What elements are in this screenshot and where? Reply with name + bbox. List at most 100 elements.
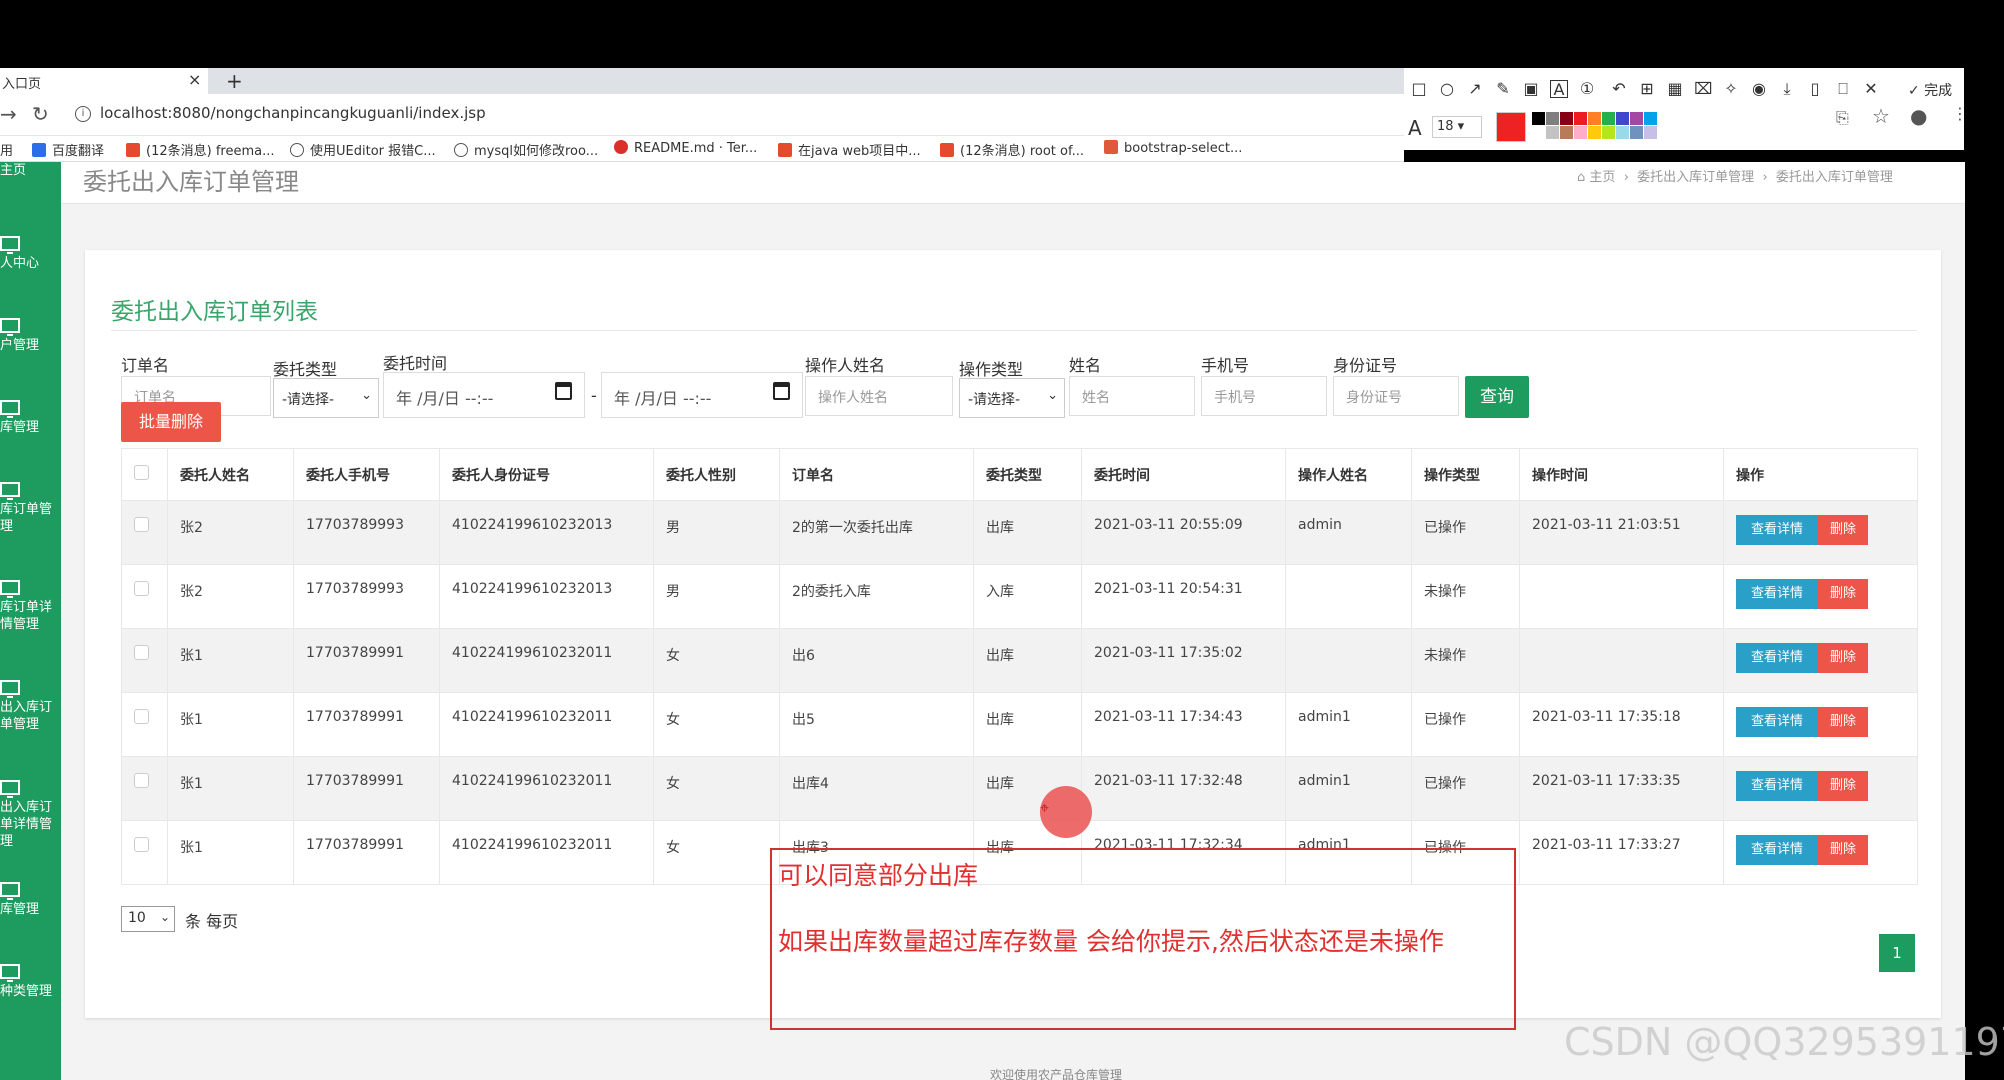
column-header[interactable]: 委托人姓名: [167, 448, 294, 501]
reload-icon[interactable]: ↻: [32, 102, 49, 126]
row-checkbox[interactable]: [134, 517, 149, 532]
sidebar-item-home[interactable]: 主页: [0, 162, 61, 179]
delete-button[interactable]: 删除: [1818, 835, 1868, 865]
column-header[interactable]: 操作人姓名: [1285, 448, 1412, 501]
color-swatch[interactable]: [1616, 126, 1629, 139]
name-input[interactable]: 姓名: [1069, 376, 1195, 416]
color-swatch[interactable]: [1560, 112, 1573, 125]
bookmark-item[interactable]: bootstrap-select...: [1104, 140, 1242, 156]
end-time-input[interactable]: 年 /月/日 --:--: [601, 372, 803, 418]
sidebar-item-order-details[interactable]: 库订单详情管理: [0, 580, 61, 633]
translate-page-icon[interactable]: ⎘: [1836, 108, 1849, 128]
menu-dots-icon[interactable]: ⋮: [1952, 104, 1968, 123]
text-tool-icon[interactable]: A: [1550, 80, 1568, 99]
id-input[interactable]: 身份证号: [1333, 376, 1459, 416]
new-tab-icon[interactable]: +: [226, 69, 243, 93]
star-icon[interactable]: ☆: [1872, 104, 1890, 128]
view-details-button[interactable]: 查看详情: [1736, 771, 1818, 801]
color-swatch[interactable]: [1644, 126, 1657, 139]
color-swatch[interactable]: [1602, 112, 1615, 125]
breadcrumb-home[interactable]: 主页: [1589, 170, 1615, 185]
delete-button[interactable]: 删除: [1818, 579, 1868, 609]
column-header[interactable]: 委托人身份证号: [439, 448, 654, 501]
row-checkbox[interactable]: [134, 581, 149, 596]
profile-icon[interactable]: ●: [1910, 104, 1927, 128]
back-arrow-icon[interactable]: →: [0, 102, 17, 126]
delete-button[interactable]: 删除: [1818, 707, 1868, 737]
ocr-icon[interactable]: ▦: [1666, 80, 1684, 98]
sidebar-item-orders[interactable]: 库订单管理: [0, 482, 61, 535]
sidebar-item-personal[interactable]: 人中心: [0, 236, 61, 272]
phone-input[interactable]: 手机号: [1201, 376, 1327, 416]
sidebar-item-io-orders[interactable]: 出入库订单管理: [0, 680, 61, 733]
bookmark-item[interactable]: mysql如何修改roo...: [454, 140, 598, 159]
calendar-icon[interactable]: [773, 382, 790, 400]
type-select[interactable]: -请选择- ⌄: [273, 378, 379, 418]
page-size-select[interactable]: 10 ⌄: [121, 906, 175, 932]
row-checkbox[interactable]: [134, 709, 149, 724]
color-swatch[interactable]: [1546, 112, 1559, 125]
view-details-button[interactable]: 查看详情: [1736, 707, 1818, 737]
column-header[interactable]: 委托人性别: [653, 448, 780, 501]
column-header[interactable]: 委托时间: [1081, 448, 1286, 501]
row-checkbox[interactable]: [134, 837, 149, 852]
op-type-select[interactable]: -请选择- ⌄: [959, 378, 1065, 418]
site-info-icon[interactable]: i: [75, 106, 91, 122]
browser-tab[interactable]: 入口页 ×: [0, 68, 208, 94]
color-swatch[interactable]: [1560, 126, 1573, 139]
bookmark-tool-icon[interactable]: ⎕: [1834, 80, 1852, 98]
ellipse-tool-icon[interactable]: ○: [1438, 80, 1456, 98]
font-size-select[interactable]: 18 ▾: [1432, 116, 1482, 138]
sidebar-item-io-details[interactable]: 出入库订单详情管理: [0, 780, 61, 850]
sidebar-item-warehouse[interactable]: 库管理: [0, 400, 61, 436]
color-swatch[interactable]: [1644, 112, 1657, 125]
color-swatch[interactable]: [1546, 126, 1559, 139]
delete-button[interactable]: 删除: [1818, 643, 1868, 673]
color-swatch[interactable]: [1588, 112, 1601, 125]
color-swatch[interactable]: [1574, 126, 1587, 139]
sidebar-item-users[interactable]: 户管理: [0, 318, 61, 354]
bookmark-item[interactable]: 百度翻译: [32, 140, 104, 159]
rectangle-tool-icon[interactable]: □: [1410, 80, 1428, 98]
download-icon[interactable]: ⤓: [1778, 80, 1796, 98]
calendar-icon[interactable]: [555, 382, 572, 400]
operator-input[interactable]: 操作人姓名: [805, 376, 953, 416]
row-checkbox[interactable]: [134, 773, 149, 788]
bookmark-item[interactable]: README.md · Ter...: [614, 140, 757, 156]
pin-icon[interactable]: ⊞: [1638, 80, 1656, 98]
delete-button[interactable]: 删除: [1818, 771, 1868, 801]
color-swatch[interactable]: [1588, 126, 1601, 139]
bookmark-item[interactable]: (12条消息) root of...: [940, 140, 1084, 159]
color-swatch[interactable]: [1532, 126, 1545, 139]
color-swatch[interactable]: [1602, 126, 1615, 139]
color-swatch[interactable]: [1574, 112, 1587, 125]
copy-icon[interactable]: ▯: [1806, 80, 1824, 98]
sidebar-item-stock[interactable]: 库管理: [0, 882, 61, 918]
number-tool-icon[interactable]: ①: [1578, 80, 1596, 98]
view-details-button[interactable]: 查看详情: [1736, 515, 1818, 545]
query-button[interactable]: 查询: [1465, 376, 1529, 418]
select-all-checkbox[interactable]: [134, 465, 149, 480]
mosaic-tool-icon[interactable]: ▣: [1522, 80, 1540, 98]
color-swatch[interactable]: [1532, 112, 1545, 125]
current-color-swatch[interactable]: [1496, 112, 1526, 142]
delete-button[interactable]: 删除: [1818, 515, 1868, 545]
bookmark-item[interactable]: 使用UEditor 报错C...: [290, 140, 436, 159]
pen-tool-icon[interactable]: ✎: [1494, 80, 1512, 98]
bookmark-item[interactable]: 用: [0, 140, 13, 159]
url-field[interactable]: localhost:8080/nongchanpincangkuguanli/i…: [100, 104, 486, 122]
record-icon[interactable]: ◉: [1750, 80, 1768, 98]
view-details-button[interactable]: 查看详情: [1736, 835, 1818, 865]
column-header[interactable]: 委托类型: [973, 448, 1082, 501]
scroll-capture-icon[interactable]: ⌧: [1694, 80, 1712, 98]
column-header[interactable]: 订单名: [779, 448, 974, 501]
row-checkbox[interactable]: [134, 645, 149, 660]
batch-delete-button[interactable]: 批量删除: [121, 402, 221, 442]
undo-icon[interactable]: ↶: [1610, 80, 1628, 98]
column-header[interactable]: 委托人手机号: [293, 448, 440, 501]
start-time-input[interactable]: 年 /月/日 --:--: [383, 372, 585, 418]
breadcrumb-item[interactable]: 委托出入库订单管理: [1637, 170, 1754, 185]
arrow-tool-icon[interactable]: ↗: [1466, 80, 1484, 98]
color-swatch[interactable]: [1616, 112, 1629, 125]
sidebar-item-category[interactable]: 种类管理: [0, 964, 61, 1000]
